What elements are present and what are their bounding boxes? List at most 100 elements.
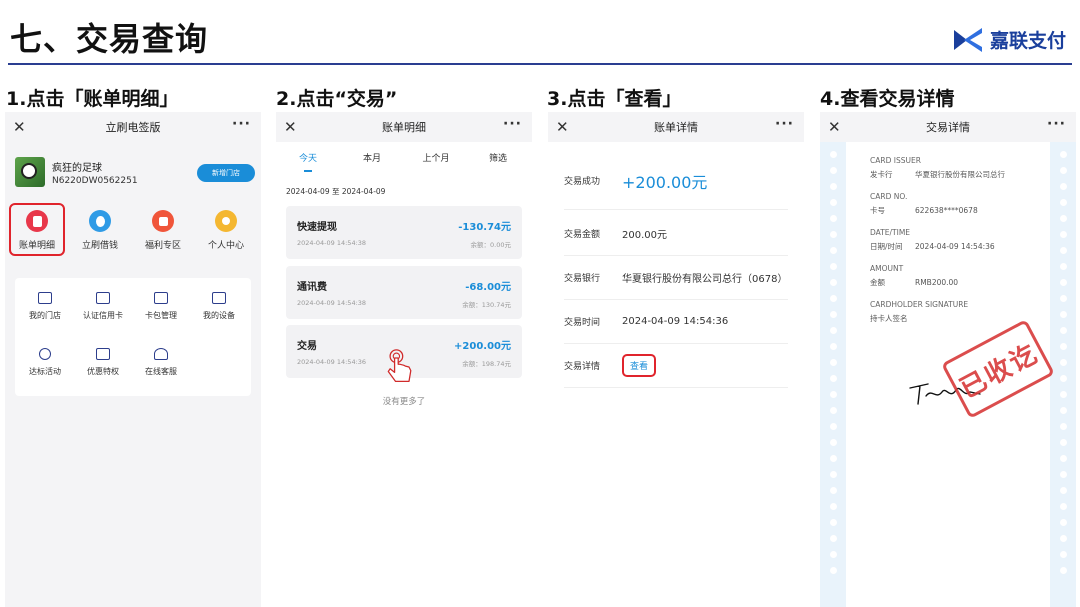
perforation-hole bbox=[1059, 471, 1067, 478]
quick-item-label: 个人中心 bbox=[207, 241, 244, 251]
perforation-left bbox=[820, 142, 846, 607]
perforation-hole bbox=[1059, 215, 1067, 222]
id-card-icon bbox=[96, 292, 110, 304]
phone-screen-transaction-detail: ✕ 交易详情 ··· CARD ISSUER 发卡行 华夏银行股份有限公司总行 C… bbox=[820, 112, 1076, 607]
close-icon[interactable]: ✕ bbox=[828, 118, 841, 136]
perforation-hole bbox=[829, 183, 837, 190]
screenshot-panel-1: ✕ 立刷电签版 ··· 疯狂的足球 N6220DW0562251 新增门店 账单… bbox=[5, 112, 261, 607]
perforation-hole bbox=[829, 311, 837, 318]
perforation-hole bbox=[829, 359, 837, 366]
perforation-hole bbox=[1059, 167, 1067, 174]
bill-detail-page: 交易成功 +200.00元 交易金额 200.00元 交易银行 华夏银行股份有限… bbox=[548, 142, 804, 607]
detail-key: 交易详情 bbox=[564, 362, 601, 372]
detail-key: 交易银行 bbox=[564, 274, 601, 284]
perforation-hole bbox=[829, 519, 837, 526]
tab-last-month[interactable]: 上个月 bbox=[416, 151, 456, 164]
card-value: 622638****0678 bbox=[915, 206, 978, 215]
tab-underline bbox=[304, 170, 312, 172]
screenshot-panel-3: ✕ 账单详情 ··· 交易成功 +200.00元 交易金额 200.00元 交易… bbox=[548, 112, 804, 607]
card-en: CARD NO. bbox=[870, 192, 908, 201]
record-row[interactable]: 快速提现 -130.74元 2024-04-09 14:54:38 余额：0.0… bbox=[286, 206, 522, 259]
perforation-hole bbox=[1059, 487, 1067, 494]
detail-row: 交易时间 2024-04-09 14:54:36 bbox=[564, 300, 788, 344]
perforation-hole bbox=[829, 327, 837, 334]
issuer-en: CARD ISSUER bbox=[870, 156, 921, 165]
perforation-hole bbox=[829, 295, 837, 302]
tool-verify-card[interactable]: 认证信用卡 bbox=[73, 292, 133, 321]
store-icon bbox=[38, 292, 52, 304]
perforation-hole bbox=[829, 423, 837, 430]
perforation-hole bbox=[829, 151, 837, 158]
tab-month[interactable]: 本月 bbox=[354, 151, 390, 164]
perforation-hole bbox=[1059, 375, 1067, 382]
record-balance: 余额：0.00元 bbox=[470, 241, 511, 249]
perforation-hole bbox=[829, 407, 837, 414]
detail-key: 交易金额 bbox=[564, 230, 601, 240]
record-row[interactable]: 通讯费 -68.00元 2024-04-09 14:54:38 余额：130.7… bbox=[286, 266, 522, 319]
stamp-text: 已收讫 bbox=[955, 338, 1044, 405]
perforation-hole bbox=[829, 567, 837, 574]
record-balance: 余额：130.74元 bbox=[462, 301, 511, 309]
status-label: 交易成功 bbox=[564, 177, 601, 187]
perforation-hole bbox=[1059, 247, 1067, 254]
tab-filter[interactable]: 筛选 bbox=[480, 151, 516, 164]
perforation-hole bbox=[829, 535, 837, 542]
issuer-row: 发卡行 华夏银行股份有限公司总行 bbox=[870, 169, 1005, 180]
detail-value: 200.00元 bbox=[622, 230, 667, 241]
perforation-hole bbox=[1059, 551, 1067, 558]
record-time: 2024-04-09 14:54:36 bbox=[297, 358, 367, 366]
close-icon[interactable]: ✕ bbox=[13, 118, 26, 136]
add-store-button[interactable]: 新增门店 bbox=[197, 164, 255, 182]
tool-my-store[interactable]: 我的门店 bbox=[15, 292, 75, 321]
detail-value: 华夏银行股份有限公司总行（0678） bbox=[622, 274, 788, 285]
amount-label: 金额 bbox=[870, 278, 885, 287]
perforation-hole bbox=[1059, 295, 1067, 302]
tool-my-device[interactable]: 我的设备 bbox=[189, 292, 249, 321]
record-time: 2024-04-09 14:54:38 bbox=[297, 299, 367, 307]
record-time: 2024-04-09 14:54:38 bbox=[297, 239, 367, 247]
screenshot-panel-4: ✕ 交易详情 ··· CARD ISSUER 发卡行 华夏银行股份有限公司总行 C… bbox=[820, 112, 1076, 607]
title-divider bbox=[8, 63, 1072, 65]
detail-key: 交易时间 bbox=[564, 318, 601, 328]
more-icon[interactable]: ··· bbox=[775, 116, 794, 132]
close-icon[interactable]: ✕ bbox=[284, 118, 297, 136]
step-label-2: 2.点击“交易” bbox=[276, 88, 398, 110]
close-icon[interactable]: ✕ bbox=[556, 118, 569, 136]
record-name: 快速提现 bbox=[297, 222, 337, 233]
detail-row: 交易银行 华夏银行股份有限公司总行（0678） bbox=[564, 256, 788, 300]
status-row: 交易成功 +200.00元 bbox=[564, 152, 788, 210]
tool-activity[interactable]: 达标活动 bbox=[15, 348, 75, 377]
step-label-3: 3.点击「查看」 bbox=[547, 88, 682, 110]
datetime-row: 日期/时间 2024-04-09 14:54:36 bbox=[870, 241, 995, 252]
quick-item-profile[interactable]: 个人中心 bbox=[196, 210, 256, 251]
quick-item-welfare[interactable]: 福利专区 bbox=[133, 210, 193, 251]
more-icon[interactable]: ··· bbox=[503, 116, 522, 132]
detail-value: 2024-04-09 14:54:36 bbox=[622, 316, 729, 327]
card-label: 卡号 bbox=[870, 206, 885, 215]
view-link[interactable]: 查看 bbox=[622, 354, 657, 377]
quick-item-borrow[interactable]: 立刷借钱 bbox=[70, 210, 130, 251]
tool-privilege[interactable]: 优惠特权 bbox=[73, 348, 133, 377]
topbar: ✕ 立刷电签版 ··· bbox=[5, 112, 261, 142]
perforation-hole bbox=[829, 551, 837, 558]
signature-label: 持卡人签名 bbox=[870, 314, 908, 323]
perforation-hole bbox=[1059, 391, 1067, 398]
tool-card-wallet[interactable]: 卡包管理 bbox=[131, 292, 191, 321]
ticket-icon bbox=[96, 348, 110, 360]
tab-label: 今天 bbox=[298, 154, 317, 164]
brand-mark-icon bbox=[953, 27, 982, 52]
phone-screen-bills: ✕ 账单明细 ··· 今天 本月 上个月 筛选 2024-04-09 至 202… bbox=[276, 112, 532, 607]
more-icon[interactable]: ··· bbox=[1047, 116, 1066, 132]
perforation-hole bbox=[1059, 343, 1067, 350]
record-amount: +200.00元 bbox=[454, 341, 511, 352]
perforation-hole bbox=[829, 263, 837, 270]
amount-row: 金额 RMB200.00 bbox=[870, 277, 958, 288]
more-icon[interactable]: ··· bbox=[232, 116, 251, 132]
tool-label: 卡包管理 bbox=[145, 311, 177, 320]
tab-today[interactable]: 今天 bbox=[290, 151, 326, 172]
brand-logo: 嘉联支付 bbox=[953, 26, 1066, 53]
phone-screen-home: ✕ 立刷电签版 ··· 疯狂的足球 N6220DW0562251 新增门店 账单… bbox=[5, 112, 261, 607]
merchant-name: 疯狂的足球 bbox=[52, 163, 102, 174]
tool-label: 我的设备 bbox=[203, 311, 235, 320]
tool-support[interactable]: 在线客服 bbox=[131, 348, 191, 377]
